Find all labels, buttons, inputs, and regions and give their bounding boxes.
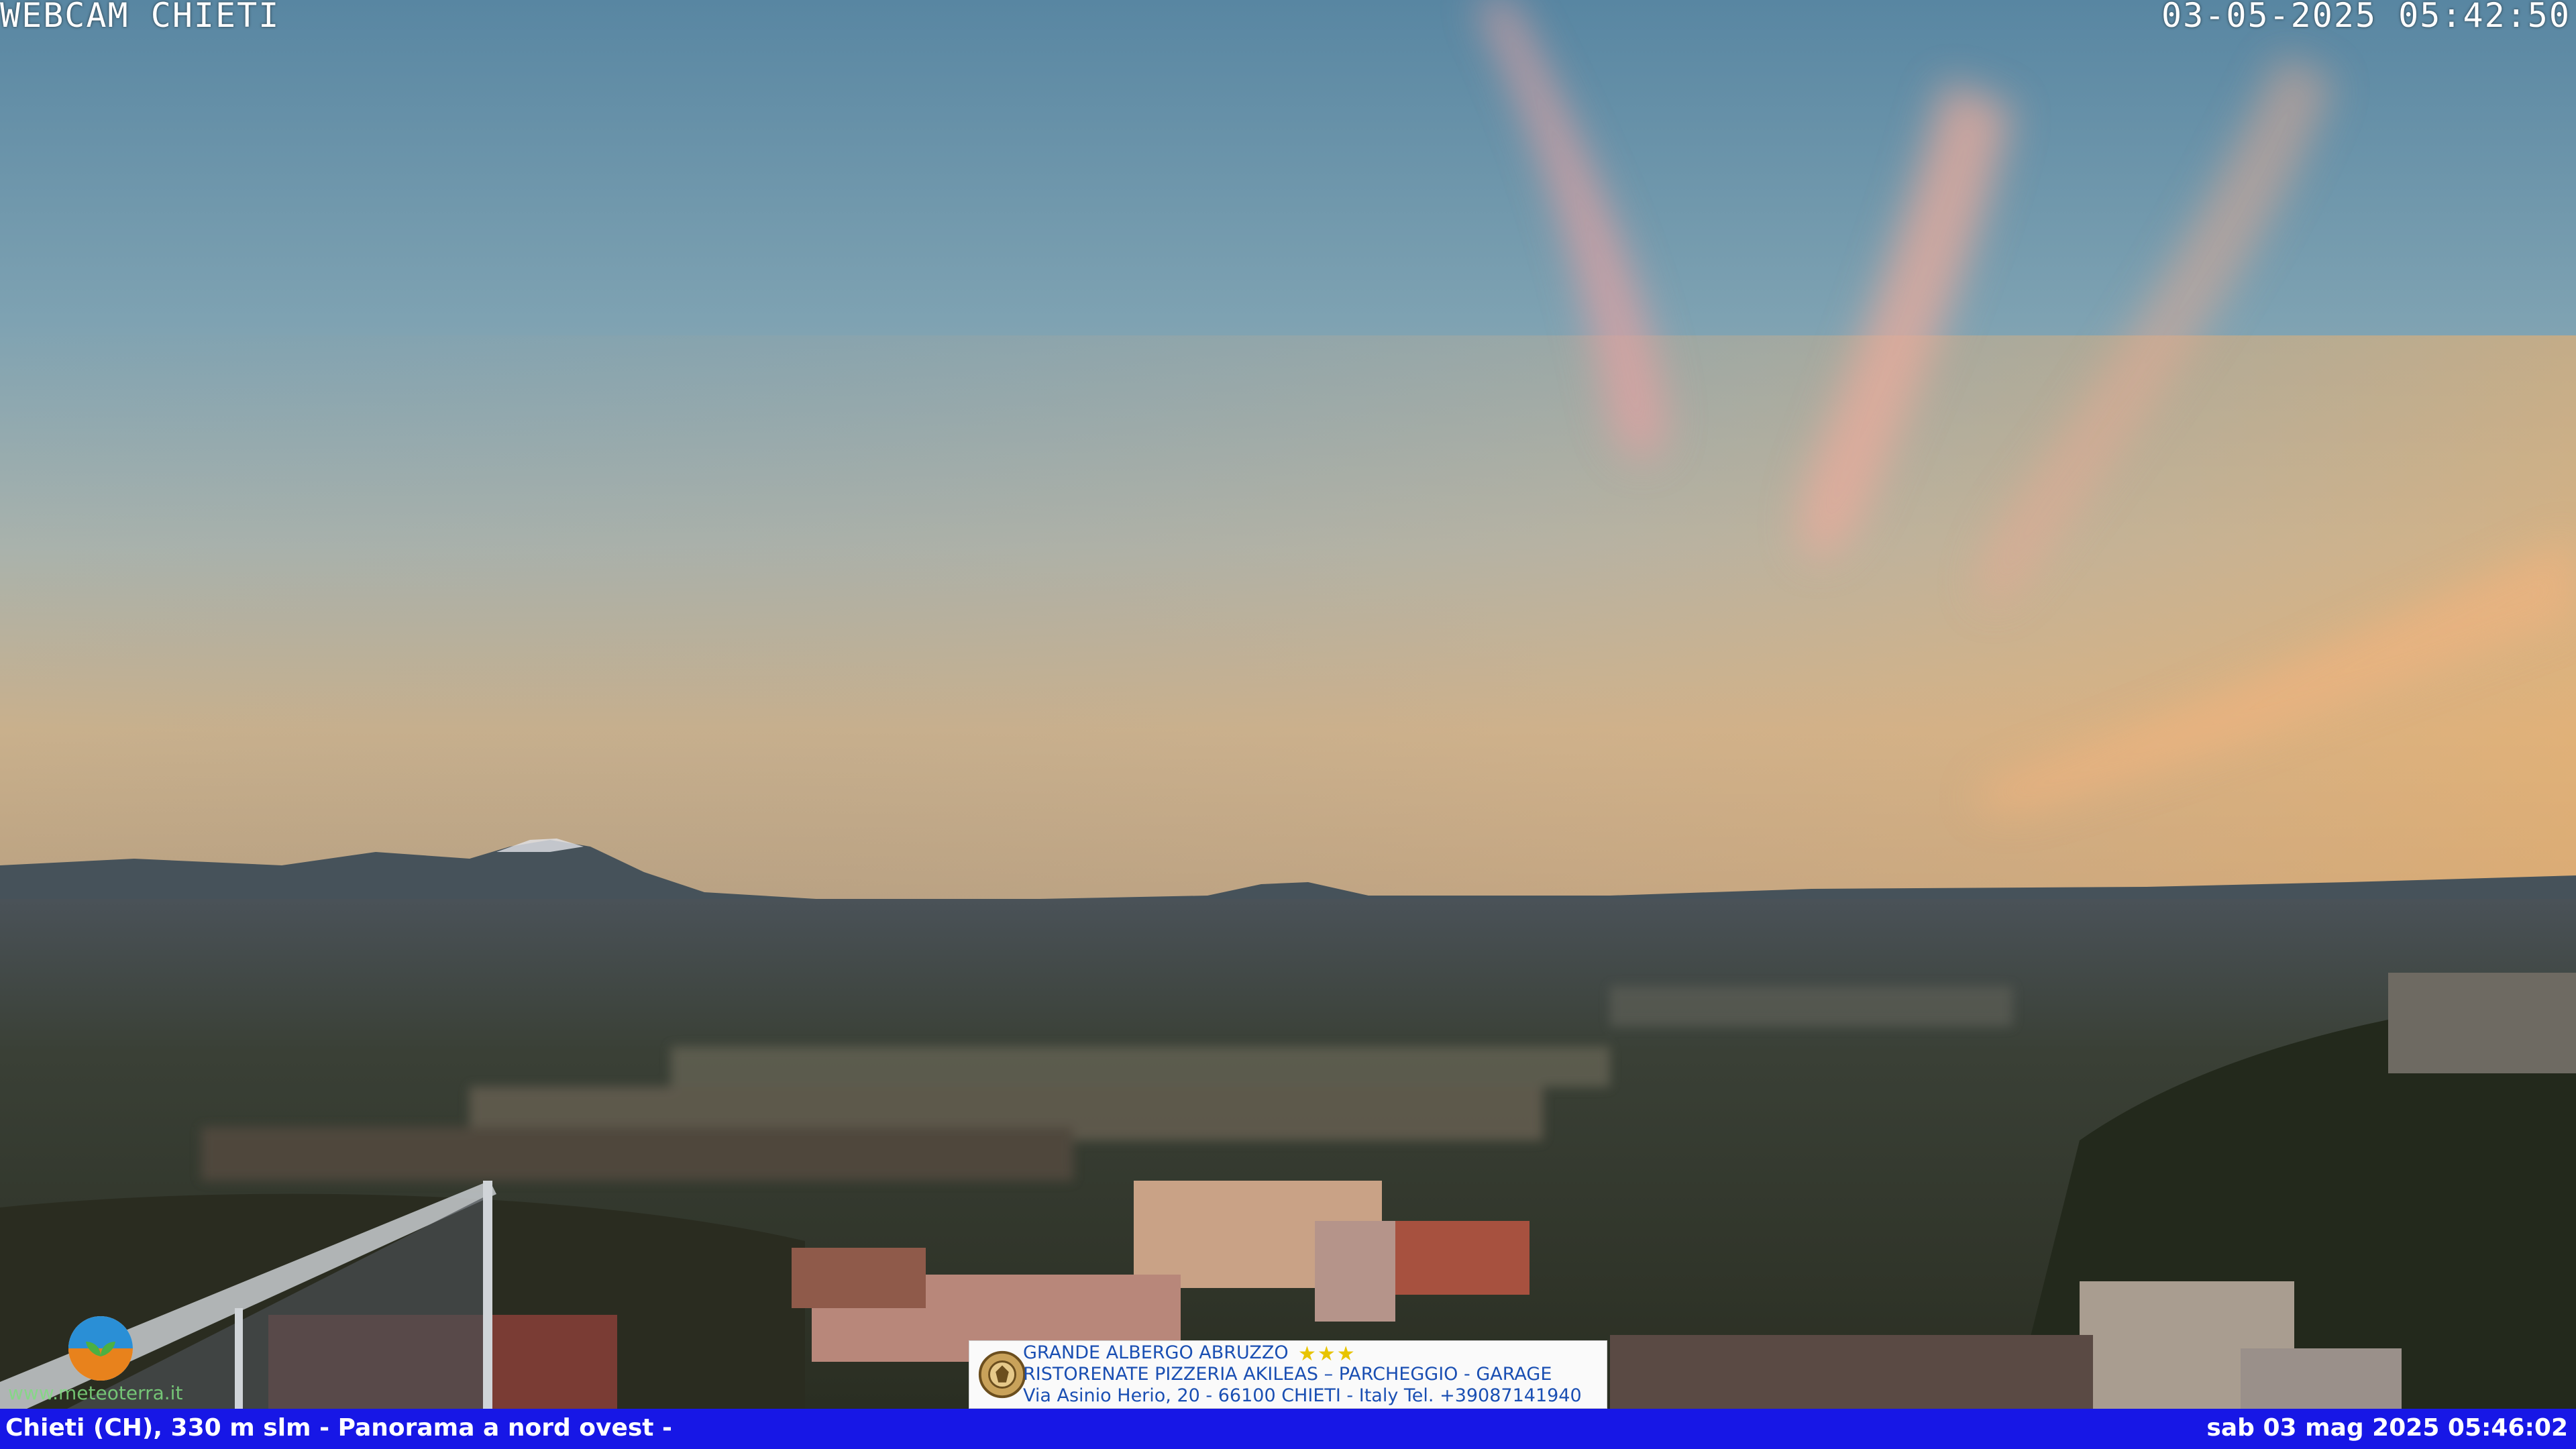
capture-datetime: sab 03 mag 2025 05:46:02 [2206, 1414, 2568, 1442]
ad-line-restaurant: RISTORENATE PIZZERIA AKILEAS – PARCHEGGI… [1023, 1364, 1552, 1385]
watermark-url: www.meteoterra.it [8, 1382, 183, 1404]
meteoterra-logo-icon [68, 1316, 133, 1381]
camera-title: WEBCAM CHIETI [0, 0, 280, 35]
ad-star-rating: ★★★ [1298, 1342, 1356, 1366]
webcam-scene [0, 0, 2576, 1409]
location-caption: Chieti (CH), 330 m slm - Panorama a nord… [5, 1414, 672, 1442]
ad-line-hotel: GRANDE ALBERGO ABRUZZO [1023, 1342, 1289, 1363]
advertisement-banner: GRANDE ALBERGO ABRUZZO ★★★ RISTORENATE P… [969, 1340, 1607, 1409]
hotel-crest-icon [978, 1350, 1026, 1399]
sky-warm-glow [0, 335, 2576, 912]
ad-line-address: Via Asinio Herio, 20 - 66100 CHIETI - It… [1023, 1385, 1582, 1406]
camera-timestamp: 03-05-2025 05:42:50 [2161, 0, 2571, 35]
